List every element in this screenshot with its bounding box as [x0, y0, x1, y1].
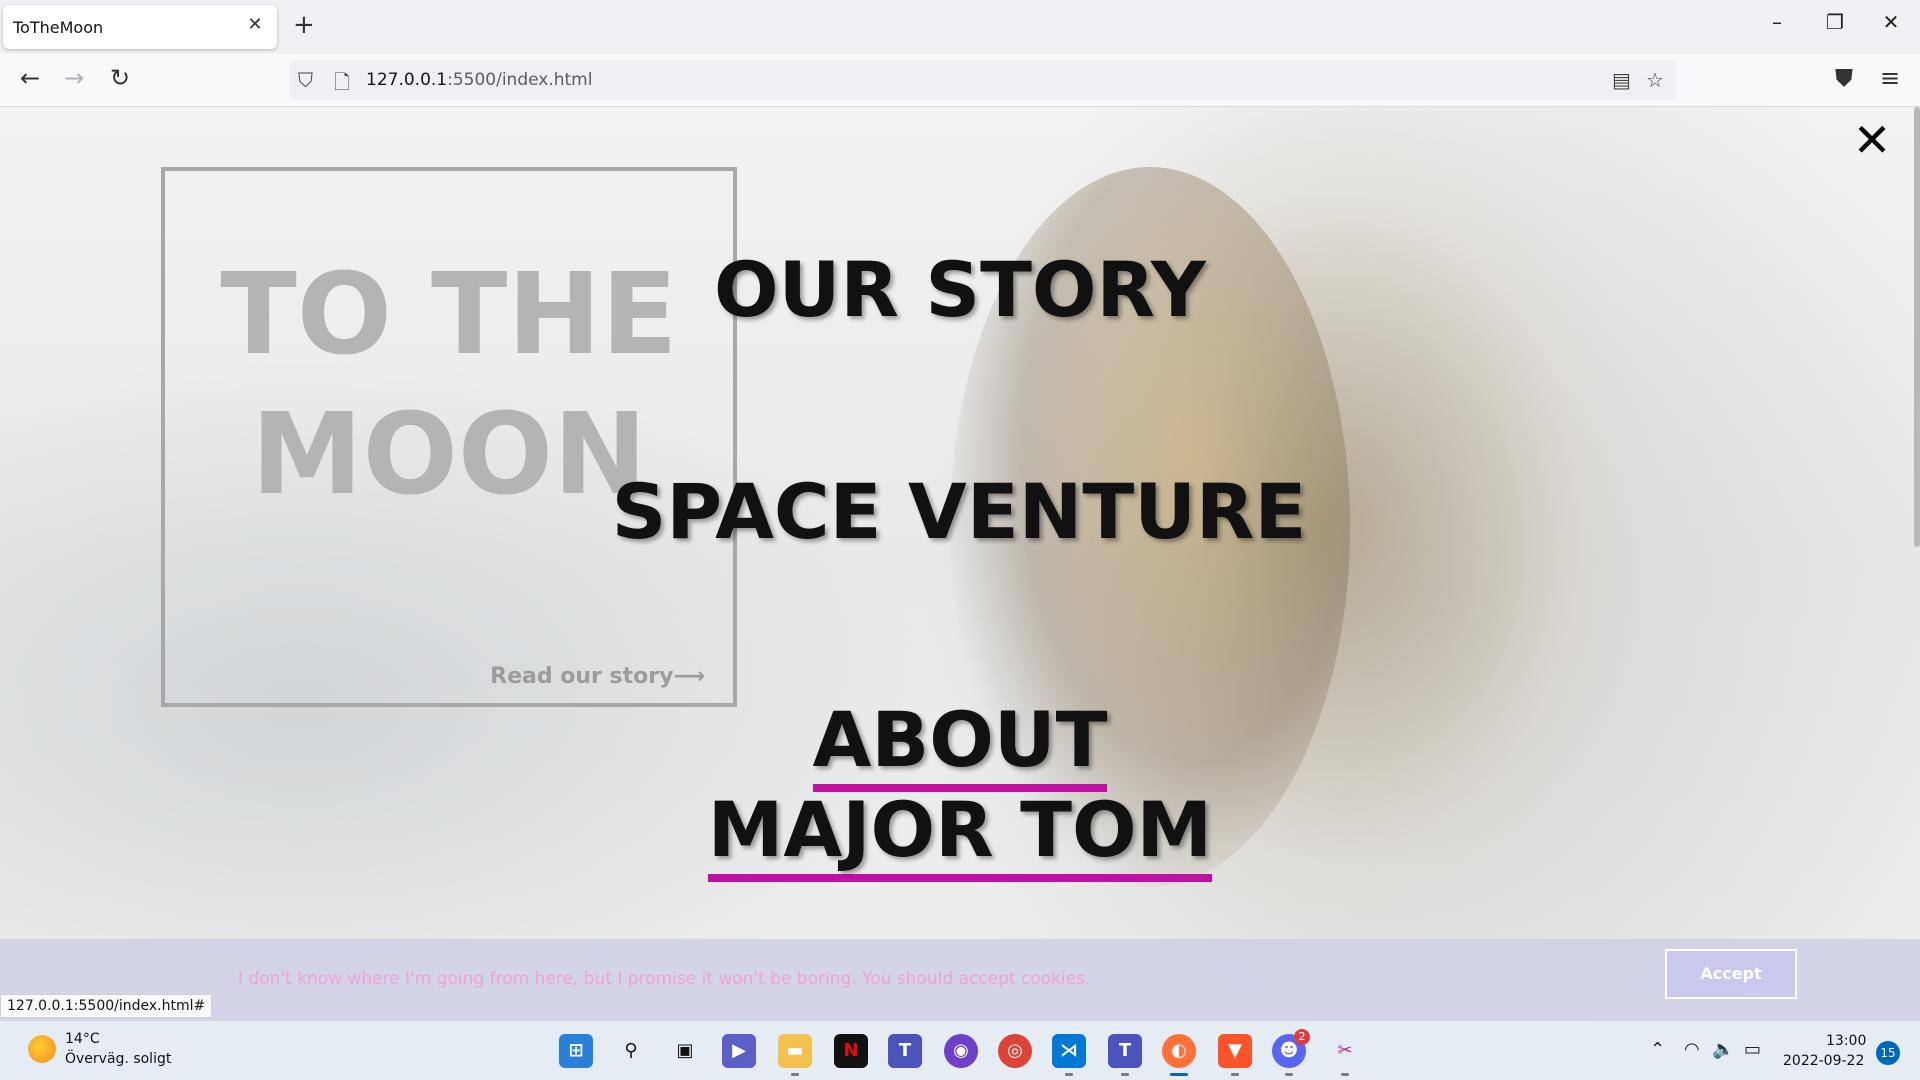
status-url: 127.0.0.1:5500/index.html#: [0, 994, 213, 1018]
firefox-indicator: [1170, 1073, 1188, 1076]
url-bar[interactable]: ⛉ 🗋 127.0.0.1:5500/index.html ▤ ☆: [290, 60, 1676, 100]
clock-time[interactable]: 13:00: [1826, 1033, 1866, 1049]
discord-indicator: [1285, 1073, 1293, 1076]
page-icon[interactable]: 🗋: [334, 68, 350, 102]
netflix-icon[interactable]: N: [834, 1034, 868, 1068]
pocket-icon[interactable]: ⛊: [1828, 64, 1860, 92]
brave-indicator: [1231, 1073, 1239, 1076]
cookie-banner: I don't know where I'm going from here, …: [0, 939, 1920, 1020]
weather-temperature[interactable]: 14°C: [65, 1031, 100, 1047]
browser-tabstrip: ToTheMoon ✕ + – ❐ ✕: [0, 0, 1920, 54]
menu-item-our-story[interactable]: OUR STORY: [0, 245, 1920, 335]
clock-date[interactable]: 2022-09-22: [1783, 1053, 1864, 1069]
chevron-up-icon[interactable]: ⌃: [1650, 1039, 1665, 1060]
teams-icon[interactable]: T: [888, 1034, 922, 1068]
discord-badge: 2: [1294, 1029, 1310, 1045]
volume-icon[interactable]: 🔈: [1712, 1039, 1734, 1060]
file-explorer-icon[interactable]: ▬: [778, 1034, 812, 1068]
vscode-icon[interactable]: ⋊: [1052, 1034, 1086, 1068]
snipping-tool-indicator: [1341, 1073, 1349, 1076]
scrollbar[interactable]: [1914, 107, 1920, 547]
search-icon[interactable]: ⚲: [614, 1034, 648, 1068]
start-icon[interactable]: ⊞: [559, 1034, 593, 1068]
vscode-indicator: [1065, 1073, 1073, 1076]
accept-button[interactable]: Accept: [1665, 949, 1797, 999]
window-close-button[interactable]: ✕: [1876, 10, 1906, 34]
teams-work-icon[interactable]: T: [1108, 1034, 1142, 1068]
reader-view-icon[interactable]: ▤: [1612, 68, 1631, 92]
back-button[interactable]: ←: [14, 64, 46, 92]
teams-work-indicator: [1121, 1073, 1129, 1076]
browser-tab[interactable]: ToTheMoon ✕: [3, 5, 277, 49]
browser-navbar: ← → ↻ ⛉ 🗋 127.0.0.1:5500/index.html ▤ ☆ …: [0, 54, 1920, 107]
menu-item-space-venture[interactable]: SPACE VENTURE: [0, 467, 1919, 557]
file-explorer-indicator: [791, 1073, 799, 1076]
firefox-icon[interactable]: ◐: [1162, 1034, 1196, 1068]
chrome-icon[interactable]: ◎: [998, 1034, 1032, 1068]
notification-badge[interactable]: 15: [1876, 1041, 1900, 1065]
url-text[interactable]: 127.0.0.1:5500/index.html: [366, 70, 592, 90]
weather-description[interactable]: Överväg. soligt: [65, 1051, 171, 1067]
menu-icon[interactable]: ≡: [1874, 64, 1906, 92]
reload-button[interactable]: ↻: [104, 64, 136, 92]
minimize-button[interactable]: –: [1762, 10, 1792, 34]
cookie-text: I don't know where I'm going from here, …: [238, 969, 1091, 989]
brave-icon[interactable]: ▼: [1218, 1034, 1252, 1068]
forward-button[interactable]: →: [58, 64, 90, 92]
page-viewport: TO THE MOON Read our story⟶ ✕ OUR STORY …: [0, 107, 1920, 1020]
close-menu-icon[interactable]: ✕: [1852, 113, 1892, 167]
snipping-tool-icon[interactable]: ✂: [1328, 1034, 1362, 1068]
restore-button[interactable]: ❐: [1820, 10, 1850, 34]
battery-icon[interactable]: ▭: [1744, 1039, 1761, 1060]
tab-title: ToTheMoon: [13, 18, 104, 37]
teams-chat-icon[interactable]: ▶: [722, 1034, 756, 1068]
task-view-icon[interactable]: ▣: [668, 1034, 702, 1068]
read-story-link[interactable]: Read our story⟶: [490, 664, 705, 689]
bookmark-star-icon[interactable]: ☆: [1646, 68, 1664, 92]
github-icon[interactable]: ◉: [944, 1034, 978, 1068]
weather-icon[interactable]: [28, 1035, 56, 1063]
taskbar: 14°C Överväg. soligt ⊞ ⚲ ▣ ▶ ▬ N T ◉ ◎ ⋊…: [0, 1020, 1920, 1080]
menu-item-about-major-tom[interactable]: ABOUT MAJOR TOM: [0, 695, 1920, 882]
new-tab-button[interactable]: +: [293, 10, 315, 40]
shield-icon[interactable]: ⛉: [298, 68, 313, 92]
tab-close-icon[interactable]: ✕: [245, 14, 265, 35]
wifi-icon[interactable]: ◠: [1684, 1039, 1700, 1060]
